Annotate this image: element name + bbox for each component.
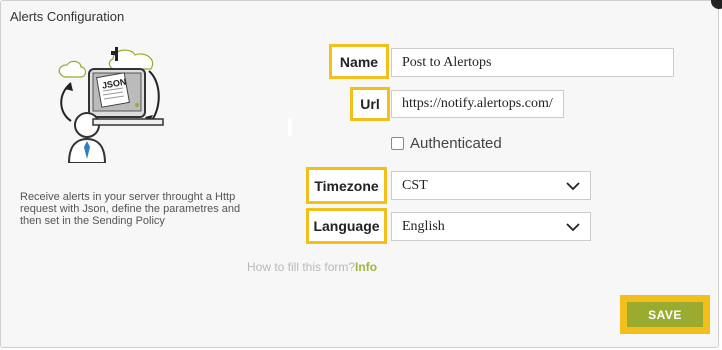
chevron-down-icon: [566, 182, 580, 191]
help-text-row: How to fill this form?Info: [247, 260, 377, 274]
language-select[interactable]: English: [391, 212, 591, 241]
authenticated-label: Authenticated: [410, 135, 502, 152]
url-input[interactable]: https://notify.alertops.com/: [391, 90, 564, 118]
timezone-select[interactable]: CST: [391, 171, 591, 200]
name-input[interactable]: Post to Alertops: [391, 48, 674, 77]
url-label: Url: [350, 87, 390, 121]
language-label: Language: [306, 208, 387, 244]
dialog-title: Alerts Configuration: [10, 9, 125, 24]
save-button[interactable]: SAVE: [627, 302, 703, 327]
save-highlight: SAVE: [620, 295, 710, 334]
description-text: Receive alerts in your server throught a…: [20, 191, 241, 227]
info-link[interactable]: Info: [355, 260, 377, 274]
language-value: English: [402, 218, 445, 234]
timezone-value: CST: [402, 177, 428, 193]
json-server-illustration: JSON: [58, 47, 164, 163]
authenticated-checkbox[interactable]: [391, 137, 404, 150]
name-label: Name: [329, 44, 389, 79]
help-text: How to fill this form?: [247, 260, 356, 274]
timezone-label: Timezone: [306, 167, 387, 204]
chevron-down-icon: [566, 223, 580, 232]
alerts-config-dialog: Alerts Configuration JSON Receive alerts…: [0, 0, 722, 348]
close-button[interactable]: [711, 0, 722, 9]
divider-mark: [288, 118, 292, 136]
authenticated-row[interactable]: Authenticated: [391, 135, 502, 152]
